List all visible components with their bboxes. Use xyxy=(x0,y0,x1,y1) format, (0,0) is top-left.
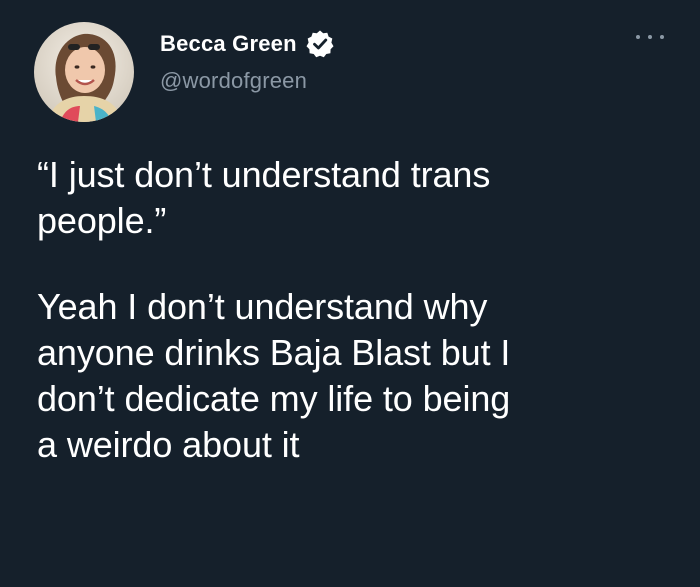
verified-badge-icon xyxy=(305,29,335,59)
author-avatar[interactable] xyxy=(34,22,134,122)
tweet-card: Becca Green @wordofgreen “I just don’t u… xyxy=(0,0,700,587)
tweet-paragraph-reply: Yeah I don’t understand why anyone drink… xyxy=(37,284,677,468)
more-options-button[interactable] xyxy=(636,26,664,48)
more-options-dot xyxy=(660,35,664,39)
avatar-photo-image xyxy=(34,22,134,122)
tweet-line: anyone drinks Baja Blast but I xyxy=(37,332,511,373)
tweet-line: don’t dedicate my life to being xyxy=(37,378,511,419)
tweet-line: “I just don’t understand trans xyxy=(37,154,491,195)
more-options-dot xyxy=(648,35,652,39)
tweet-paragraph-quote: “I just don’t understand trans people.” xyxy=(37,152,677,244)
author-display-name[interactable]: Becca Green xyxy=(160,31,297,57)
author-handle[interactable]: @wordofgreen xyxy=(160,68,307,94)
more-options-icon xyxy=(636,35,640,39)
tweet-text: “I just don’t understand trans people.” … xyxy=(37,152,677,468)
tweet-line: Yeah I don’t understand why xyxy=(37,286,488,327)
tweet-line: a weirdo about it xyxy=(37,424,300,465)
tweet-line: people.” xyxy=(37,200,167,241)
author-name-row: Becca Green xyxy=(160,28,335,60)
